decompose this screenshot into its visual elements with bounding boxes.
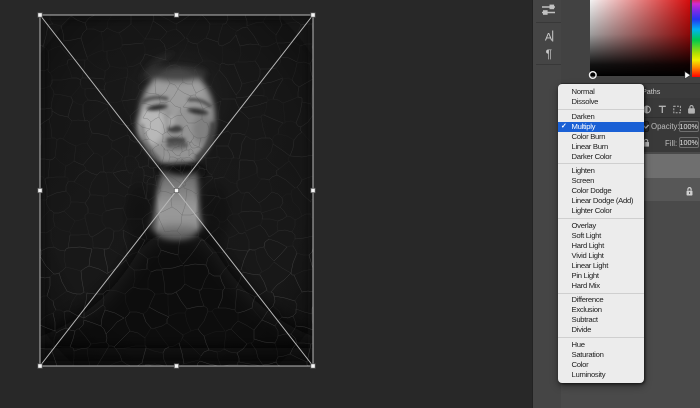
svg-text:A: A [545,32,553,44]
svg-text:¶: ¶ [546,47,552,61]
